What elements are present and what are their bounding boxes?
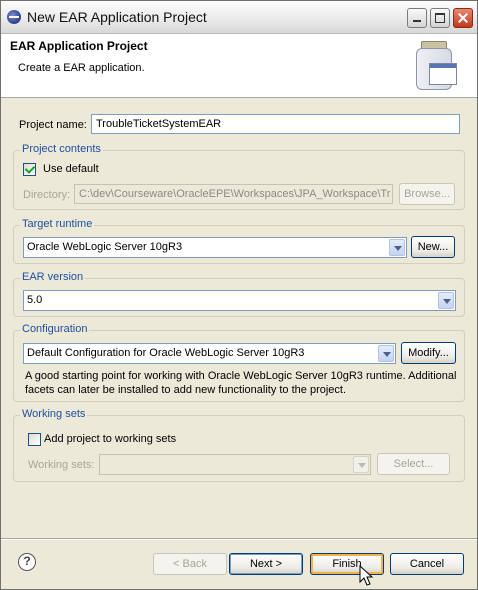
maximize-icon [431, 9, 449, 27]
configuration-description-line2: facets can later be installed to add new… [25, 384, 347, 396]
directory-label: Directory: [23, 189, 71, 201]
minimize-button[interactable] [407, 8, 427, 28]
ear-version-select[interactable]: 5.0 [23, 290, 456, 311]
target-runtime-legend: Target runtime [20, 218, 95, 230]
maximize-button[interactable] [430, 8, 450, 28]
page-title: EAR Application Project [10, 39, 148, 53]
project-name-input[interactable]: TroubleTicketSystemEAR [91, 114, 460, 134]
configuration-select[interactable]: Default Configuration for Oracle WebLogi… [23, 343, 396, 364]
use-default-label: Use default [43, 163, 99, 175]
modify-button[interactable]: Modify... [401, 342, 456, 364]
working-sets-select[interactable] [99, 454, 371, 475]
title-bar[interactable]: New EAR Application Project [1, 1, 477, 34]
page-description: Create a EAR application. [18, 62, 145, 74]
window-title: New EAR Application Project [27, 9, 207, 25]
minimize-icon [408, 9, 426, 27]
jar-with-window-icon [413, 41, 459, 91]
ear-version-value: 5.0 [27, 294, 43, 306]
browse-button[interactable]: Browse... [399, 183, 455, 205]
close-button[interactable] [453, 8, 473, 28]
select-working-sets-button[interactable]: Select... [377, 453, 450, 475]
chevron-down-icon[interactable] [438, 292, 454, 309]
chevron-down-icon[interactable] [389, 239, 405, 256]
eclipse-icon [7, 10, 21, 24]
working-sets-label: Working sets: [28, 459, 95, 471]
configuration-value: Default Configuration for Oracle WebLogi… [27, 347, 305, 359]
new-runtime-button[interactable]: New... [411, 236, 455, 258]
use-default-checkbox[interactable] [23, 163, 36, 176]
mouse-pointer-icon [359, 565, 374, 586]
chevron-down-icon[interactable] [378, 345, 394, 362]
add-to-working-sets-checkbox[interactable] [28, 433, 41, 446]
project-contents-legend: Project contents [20, 143, 103, 155]
add-to-working-sets-label: Add project to working sets [44, 433, 177, 445]
help-icon[interactable]: ? [18, 553, 36, 571]
ear-version-legend: EAR version [20, 271, 86, 283]
next-button[interactable]: Next > [229, 553, 303, 575]
wizard-header: EAR Application Project Create a EAR app… [1, 34, 477, 98]
chevron-down-icon[interactable] [353, 456, 369, 473]
configuration-description-line1: A good starting point for working with O… [25, 370, 457, 382]
footer-separator [1, 538, 477, 540]
project-name-label: Project name: [19, 119, 87, 131]
close-icon [454, 9, 472, 27]
working-sets-legend: Working sets [20, 408, 88, 420]
directory-input[interactable]: C:\dev\Courseware\OracleEPE\Workspaces\J… [74, 184, 393, 204]
back-button[interactable]: < Back [153, 553, 227, 575]
target-runtime-value: Oracle WebLogic Server 10gR3 [27, 241, 183, 253]
target-runtime-select[interactable]: Oracle WebLogic Server 10gR3 [23, 237, 407, 258]
cancel-button[interactable]: Cancel [390, 553, 464, 575]
new-ear-project-dialog: New EAR Application Project EAR Applicat… [0, 0, 478, 590]
configuration-legend: Configuration [20, 323, 90, 335]
